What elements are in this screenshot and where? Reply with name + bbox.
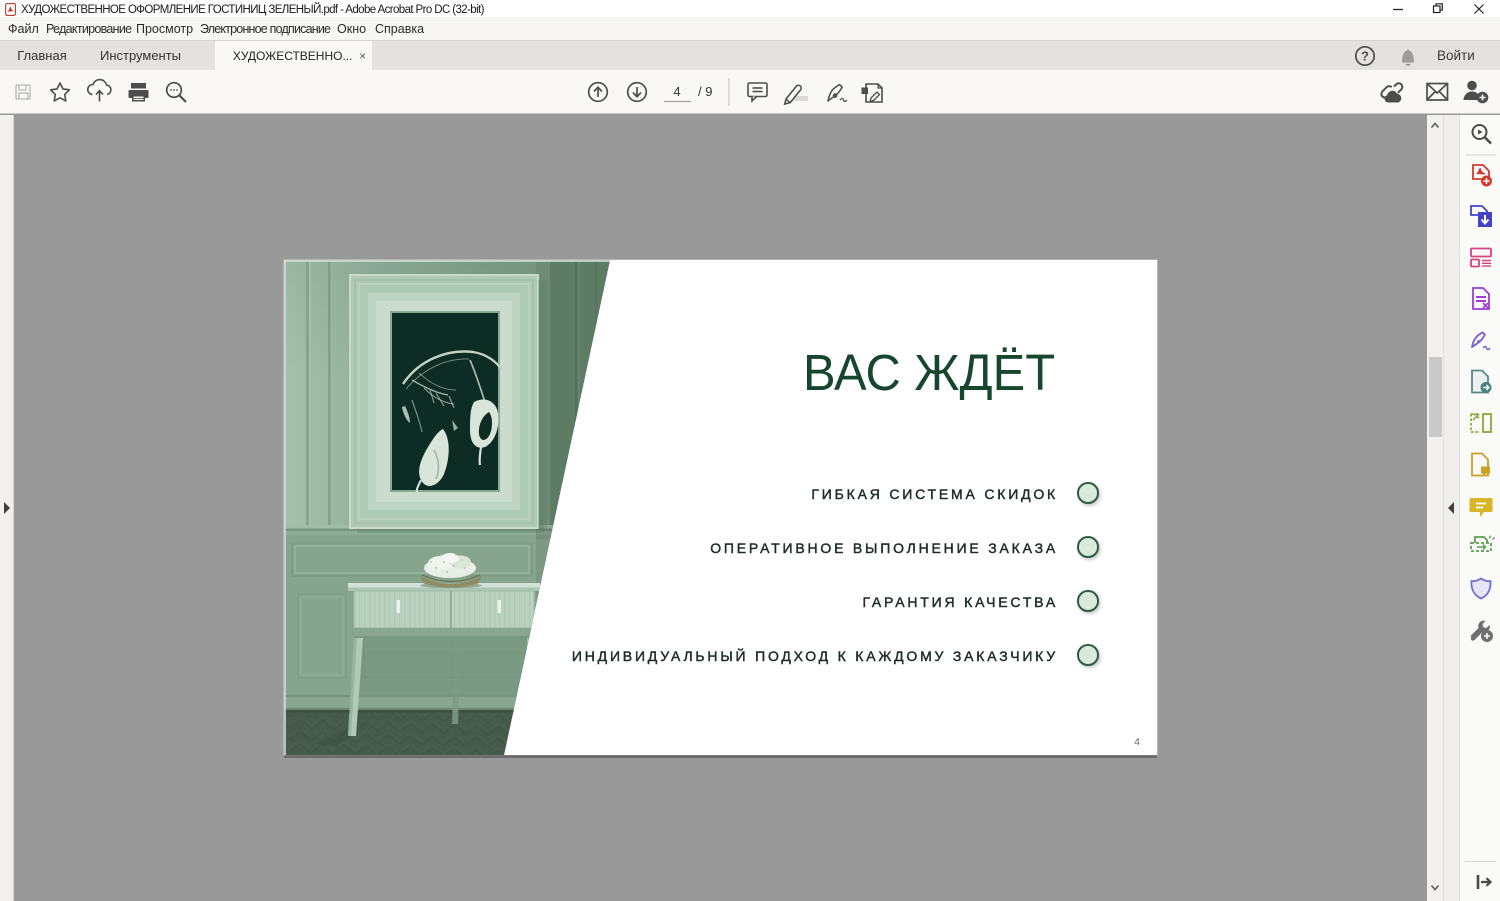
svg-text:?: ? (1361, 49, 1369, 64)
svg-text:4: 4 (673, 84, 680, 99)
svg-text:/ 9: / 9 (698, 84, 712, 99)
